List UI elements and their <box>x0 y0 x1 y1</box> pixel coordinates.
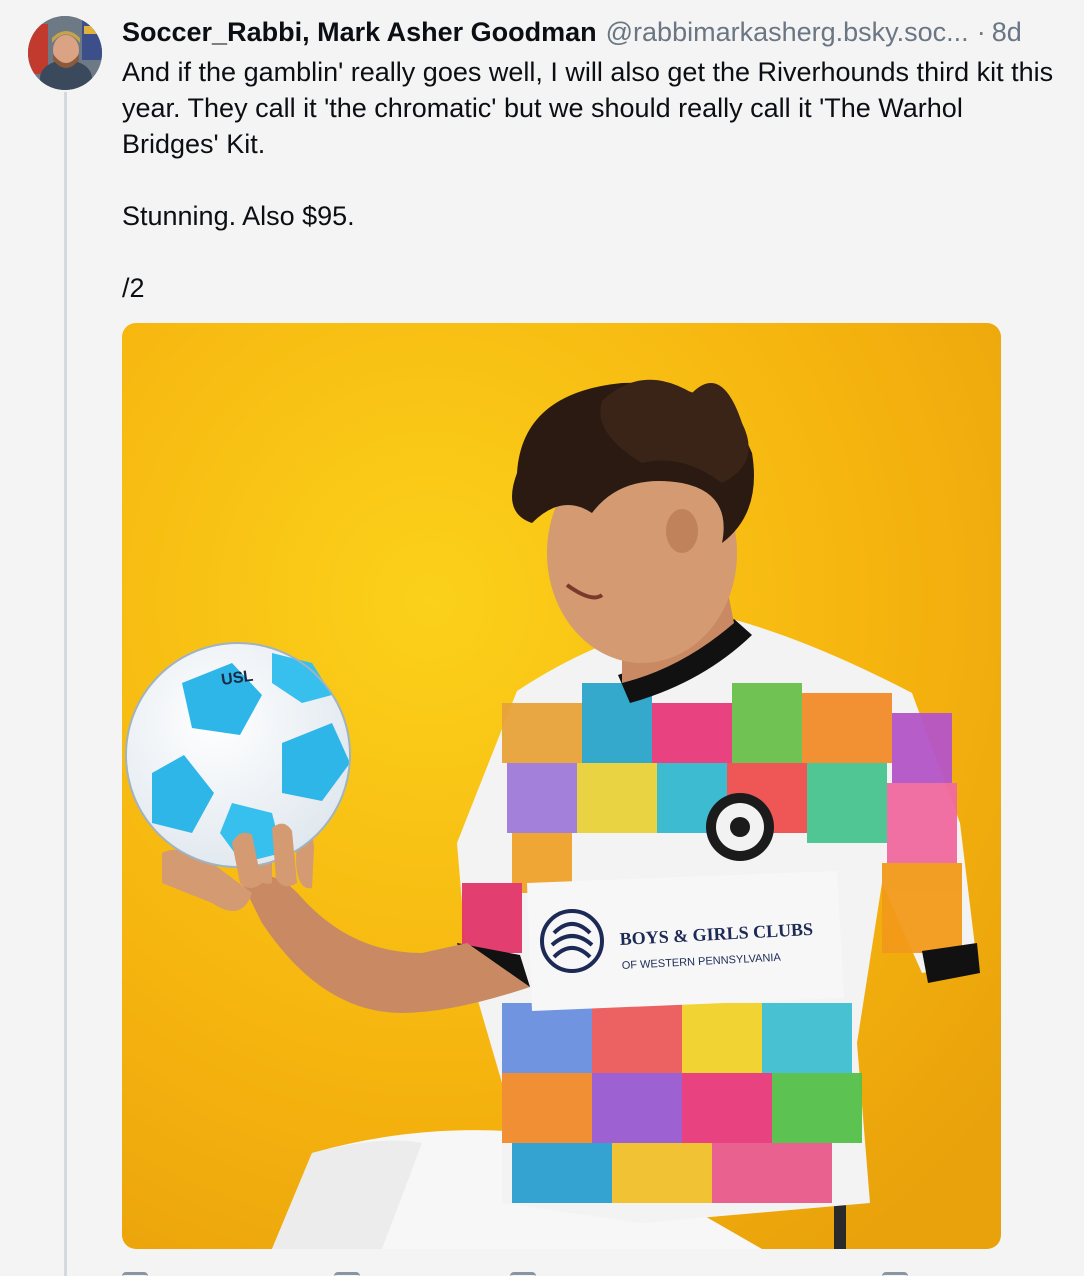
post-text: And if the gamblin' really goes well, I … <box>122 54 1062 306</box>
soccer-ball-icon: USL <box>125 642 351 868</box>
user-avatar-icon <box>28 16 102 90</box>
reply-icon <box>122 1272 148 1276</box>
more-icon <box>882 1272 908 1276</box>
photo-illustration: BOYS & GIRLS CLUBS OF WESTERN PENNSYLVAN… <box>122 323 1001 1249</box>
separator-dot: · <box>976 17 986 47</box>
repost-button[interactable] <box>334 1262 364 1276</box>
like-button[interactable] <box>510 1262 540 1276</box>
avatar[interactable] <box>28 16 102 90</box>
thread-line <box>64 92 67 1276</box>
post-container: Soccer_Rabbi, Mark Asher Goodman @rabbim… <box>0 0 1084 1276</box>
post-header: Soccer_Rabbi, Mark Asher Goodman @rabbim… <box>122 14 1052 50</box>
post-paragraph: /2 <box>122 273 145 303</box>
like-icon <box>510 1272 536 1276</box>
display-name[interactable]: Soccer_Rabbi, Mark Asher Goodman <box>122 14 597 50</box>
post-image[interactable]: BOYS & GIRLS CLUBS OF WESTERN PENNSYLVAN… <box>122 323 1001 1249</box>
more-button[interactable] <box>882 1262 912 1276</box>
user-handle[interactable]: @rabbimarkasherg.bsky.soc... <box>606 14 969 50</box>
post-actions <box>122 1262 1022 1276</box>
post-paragraph: Stunning. Also $95. <box>122 201 355 231</box>
reply-button[interactable] <box>122 1262 152 1276</box>
post-paragraph: And if the gamblin' really goes well, I … <box>122 57 1054 159</box>
club-crest-icon <box>706 793 774 861</box>
repost-icon <box>334 1272 360 1276</box>
post-timestamp[interactable]: 8d <box>992 14 1022 50</box>
